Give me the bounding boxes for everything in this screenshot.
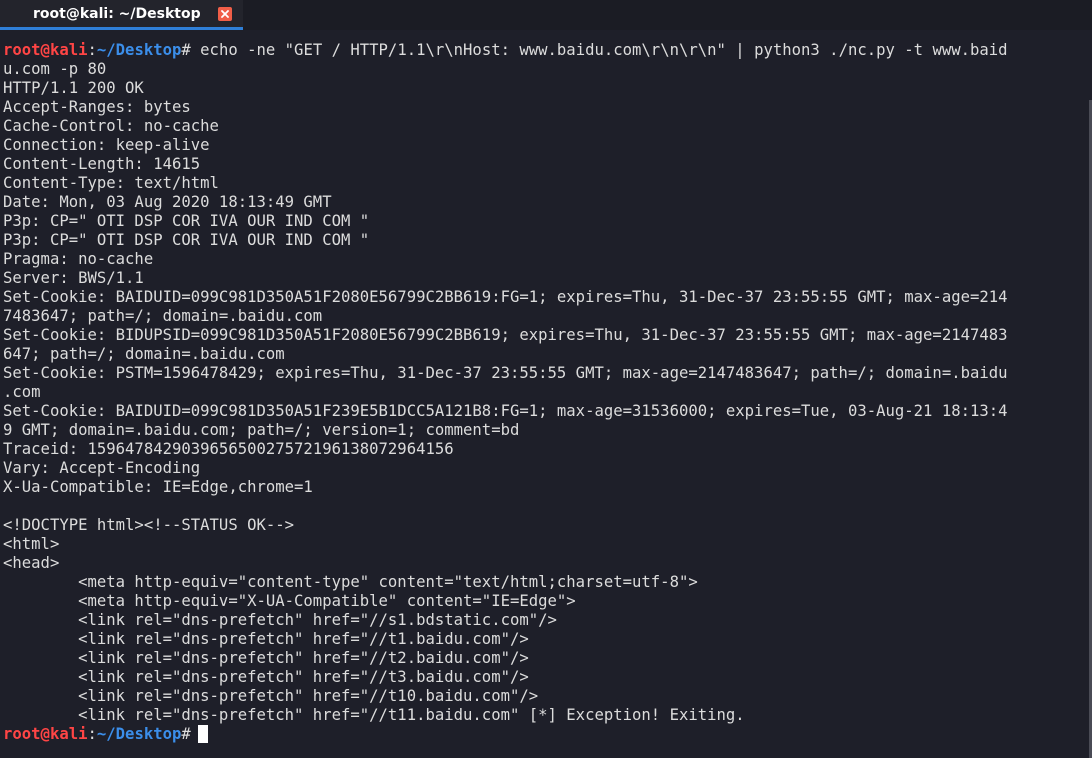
prompt-symbol: #: [181, 41, 191, 59]
prompt-user-host: root@kali: [3, 41, 88, 59]
output-line: 647; path=/; domain=.baidu.com: [3, 345, 285, 363]
output-line: P3p: CP=" OTI DSP COR IVA OUR IND COM ": [3, 212, 370, 230]
output-line: <!DOCTYPE html><!--STATUS OK-->: [3, 516, 295, 534]
output-line: Set-Cookie: BAIDUID=099C981D350A51F2080E…: [3, 288, 1008, 306]
output-line: Connection: keep-alive: [3, 136, 210, 154]
prompt-path: ~/Desktop: [96, 725, 182, 743]
output-line: <html>: [3, 535, 60, 553]
prompt-colon: :: [87, 41, 97, 59]
command-line: root@kali:~/Desktop# echo -ne "GET / HTT…: [3, 41, 1078, 60]
output-line: <link rel="dns-prefetch" href="//t3.baid…: [3, 668, 529, 686]
output-line: Content-Type: text/html: [3, 174, 219, 192]
output-line: Date: Mon, 03 Aug 2020 18:13:49 GMT: [3, 193, 332, 211]
output-line: Set-Cookie: BIDUPSID=099C981D350A51F2080…: [3, 326, 1008, 344]
output-line: 7483647; path=/; domain=.baidu.com: [3, 307, 323, 325]
output-line: Content-Length: 14615: [3, 155, 201, 173]
output-line: <meta http-equiv="content-type" content=…: [3, 573, 698, 591]
prompt-path: ~/Desktop: [96, 41, 182, 59]
close-icon[interactable]: [218, 7, 232, 21]
terminal-output[interactable]: root@kali:~/Desktop# echo -ne "GET / HTT…: [3, 41, 1078, 756]
prompt-colon: :: [87, 725, 97, 743]
tab-title: root@kali: ~/Desktop: [33, 6, 201, 22]
text-cursor: [197, 725, 208, 743]
output-line: <link rel="dns-prefetch" href="//t1.baid…: [3, 630, 529, 648]
output-line: <link rel="dns-prefetch" href="//s1.bdst…: [3, 611, 557, 629]
prompt-user-host: root@kali: [3, 725, 88, 743]
output-line: Accept-Ranges: bytes: [3, 98, 191, 116]
command-output: u.com -p 80 HTTP/1.1 200 OK Accept-Ranges:…: [3, 60, 1078, 725]
command-text: echo -ne "GET / HTTP/1.1\r\nHost: www.ba…: [190, 41, 1008, 59]
output-line: Traceid: 1596478429039656500275721961380…: [3, 440, 454, 458]
output-line: <link rel="dns-prefetch" href="//t11.bai…: [3, 706, 745, 724]
output-line: <link rel="dns-prefetch" href="//t10.bai…: [3, 687, 539, 705]
output-line: Set-Cookie: PSTM=1596478429; expires=Thu…: [3, 364, 1008, 382]
output-line: <meta http-equiv="X-UA-Compatible" conte…: [3, 592, 576, 610]
output-line: .com: [3, 383, 41, 401]
output-line: <link rel="dns-prefetch" href="//t2.baid…: [3, 649, 529, 667]
tab-bar: root@kali: ~/Desktop: [0, 0, 1092, 30]
output-line: P3p: CP=" OTI DSP COR IVA OUR IND COM ": [3, 231, 370, 249]
output-line: Cache-Control: no-cache: [3, 117, 219, 135]
output-line: X-Ua-Compatible: IE=Edge,chrome=1: [3, 478, 313, 496]
prompt-symbol: #: [181, 725, 191, 743]
current-prompt-line[interactable]: root@kali:~/Desktop#: [3, 725, 1078, 744]
output-line: Server: BWS/1.1: [3, 269, 144, 287]
output-line: Set-Cookie: BAIDUID=099C981D350A51F239E5…: [3, 402, 1008, 420]
output-line: u.com -p 80: [3, 60, 107, 78]
output-line: 9 GMT; domain=.baidu.com; path=/; versio…: [3, 421, 520, 439]
output-line: Vary: Accept-Encoding: [3, 459, 201, 477]
tab-terminal[interactable]: root@kali: ~/Desktop: [0, 0, 243, 30]
output-line: Pragma: no-cache: [3, 250, 154, 268]
output-line: HTTP/1.1 200 OK: [3, 79, 144, 97]
output-line: <head>: [3, 554, 60, 572]
